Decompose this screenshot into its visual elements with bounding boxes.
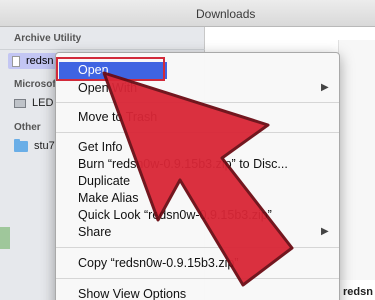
menu-item-duplicate[interactable]: Duplicate [78, 173, 130, 190]
sidebar-item-redsn[interactable]: redsn [8, 53, 62, 69]
sidebar-status-strip [0, 227, 10, 249]
submenu-arrow-icon: ▶ [321, 82, 329, 93]
sidebar-section-archive: Archive Utility [14, 33, 82, 44]
menu-item-copy[interactable]: Copy “redsn0w-0.9.15b3.zip” [78, 255, 239, 272]
drive-icon [14, 98, 26, 108]
preview-panel [338, 40, 375, 280]
menu-item-move-to-trash[interactable]: Move to Trash [78, 109, 157, 126]
sidebar-divider [0, 49, 205, 50]
sidebar-section-devices: Microsof [14, 79, 56, 90]
file-name-label: redsn [343, 286, 373, 298]
zip-file-icon [12, 55, 20, 67]
menu-item-get-info[interactable]: Get Info [78, 139, 122, 156]
menu-item-show-view-options[interactable]: Show View Options [78, 286, 186, 300]
menu-separator [56, 102, 339, 103]
window-titlebar: Downloads [0, 0, 375, 27]
menu-item-burn[interactable]: Burn “redsn0w-0.9.15b3.zip” to Disc... [78, 156, 288, 173]
finder-screen: Downloads Archive Utility redsn Microsof… [0, 0, 375, 300]
menu-item-quick-look[interactable]: Quick Look “redsn0w-0.9.15b3.zip” [78, 207, 272, 224]
sidebar-item-label: redsn [26, 55, 54, 67]
window-title: Downloads [196, 7, 256, 21]
menu-item-share[interactable]: Share [78, 224, 111, 241]
submenu-arrow-icon: ▶ [321, 226, 329, 237]
sidebar-item-label: stu7 [34, 140, 55, 152]
menu-item-make-alias[interactable]: Make Alias [78, 190, 138, 207]
context-menu: Open Open With ▶ Move to Trash Get Info … [55, 52, 340, 300]
open-annotation-box [56, 57, 165, 81]
sidebar-item-led[interactable]: LED [14, 95, 53, 111]
menu-separator [56, 278, 339, 279]
menu-item-open-with[interactable]: Open With [78, 80, 137, 97]
menu-separator [56, 132, 339, 133]
sidebar-item-label: LED [32, 97, 54, 109]
sidebar-section-other: Other [14, 122, 41, 133]
sidebar-item-stu7[interactable]: stu7 [14, 138, 55, 154]
menu-separator [56, 247, 339, 248]
folder-icon [14, 138, 28, 152]
